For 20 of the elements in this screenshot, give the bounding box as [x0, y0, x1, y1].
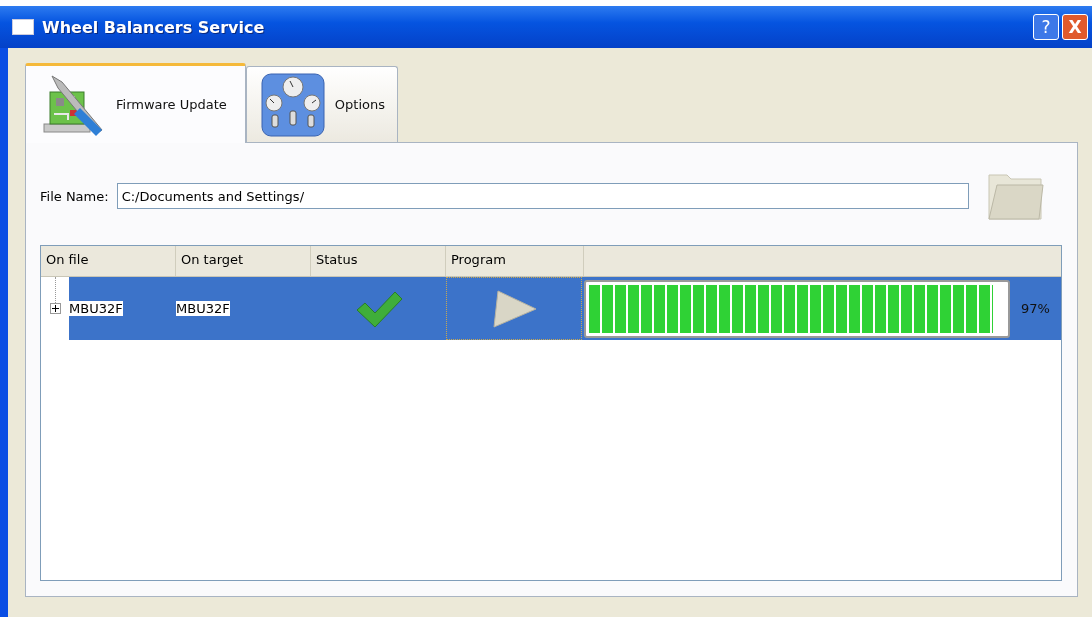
file-name-field[interactable]: C:/Documents and Settings/ — [116, 183, 969, 209]
column-header[interactable]: Status — [311, 246, 446, 276]
help-button[interactable]: ? — [1033, 14, 1059, 40]
play-button[interactable] — [446, 277, 582, 340]
window-icon — [12, 19, 34, 35]
table-cell: MBU32F — [176, 301, 230, 316]
window-title: Wheel Balancers Service — [42, 17, 266, 37]
play-icon — [490, 288, 538, 329]
tab[interactable]: Firmware Update — [25, 63, 246, 143]
column-header[interactable]: On file — [41, 246, 176, 276]
row-highlight[interactable]: MBU32F MBU32F 97% — [69, 277, 1061, 340]
table-cell: MBU32F — [69, 301, 123, 316]
gauges-switches-icon — [260, 72, 325, 137]
column-header[interactable]: On target — [176, 246, 311, 276]
progress-percent: 97% — [1020, 301, 1051, 316]
expand-toggle[interactable] — [50, 303, 61, 314]
field-label: File Name: — [40, 188, 109, 204]
close-button[interactable]: X — [1062, 14, 1088, 40]
column-header[interactable]: Program — [446, 246, 584, 276]
tab[interactable]: Options — [245, 66, 398, 142]
